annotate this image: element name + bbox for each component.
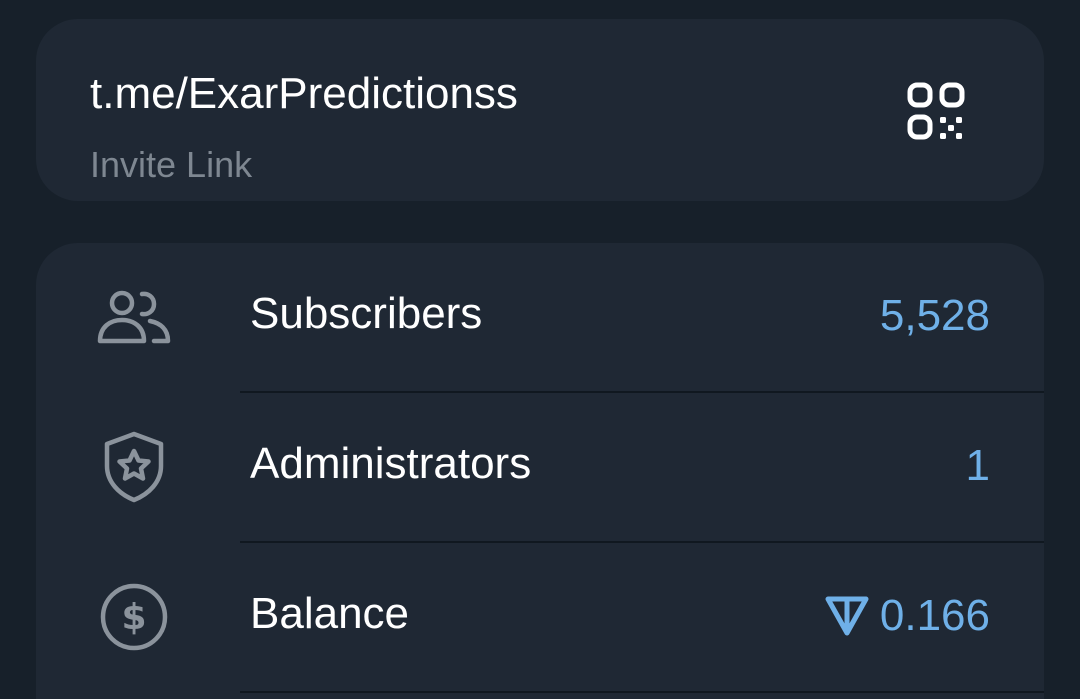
qr-code-icon [907,82,965,140]
subscribers-label: Subscribers [250,289,483,338]
channel-info-screen: t.me/ExarPredictionss Invite Link Subscr… [0,0,1080,699]
subscribers-count: 5,528 [880,291,990,341]
dollar-circle-icon: $ [96,583,172,651]
row-divider [240,691,1044,693]
balance-value: 0.166 [879,591,990,640]
administrators-value: 1 [965,441,990,490]
invite-link-caption: Invite Link [90,144,253,185]
balance-row[interactable]: $ Balance 0.166 [36,543,1044,693]
subscribers-row[interactable]: Subscribers 5,528 [36,243,1044,393]
ton-icon [825,596,869,636]
svg-text:$: $ [121,597,146,638]
administrators-label: Administrators [250,439,532,488]
shield-star-icon [96,431,172,503]
invite-link-card[interactable]: t.me/ExarPredictionss Invite Link [36,19,1044,201]
administrators-count: 1 [966,441,990,491]
invite-link-text[interactable]: t.me/ExarPredictionss [90,69,518,119]
administrators-row[interactable]: Administrators 1 [36,393,1044,543]
channel-stats-card: Subscribers 5,528 Administrators 1 $ Bal… [36,243,1044,699]
balance-label: Balance [250,589,410,638]
subscribers-value: 5,528 [879,291,990,340]
balance-amount: 0.166 [824,591,990,641]
qr-code-button[interactable] [896,71,976,151]
users-icon [96,284,172,350]
